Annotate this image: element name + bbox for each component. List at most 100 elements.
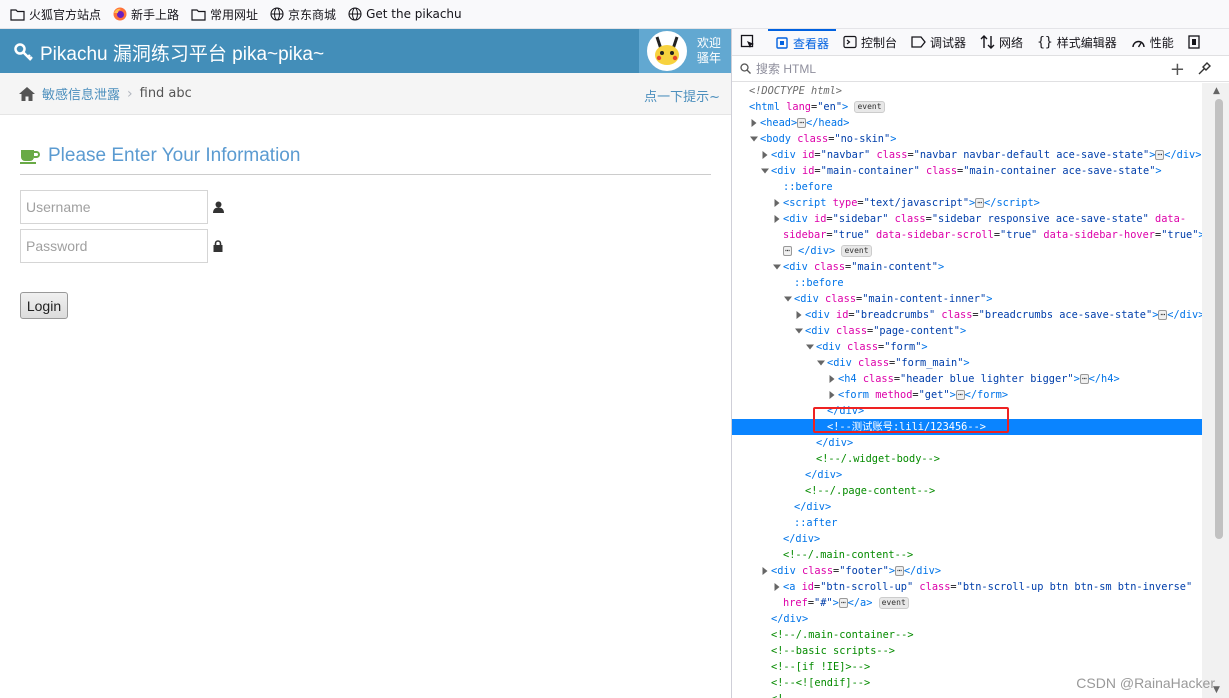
bookmark-jd[interactable]: 京东商城 (270, 6, 336, 23)
markup-line[interactable]: <form method="get"> ⋯ </form> (732, 387, 1202, 403)
markup-line[interactable]: <html lang="en"> event (732, 99, 1202, 115)
tab-overflow[interactable] (1181, 29, 1211, 55)
expanded-twisty-icon[interactable] (773, 263, 781, 271)
markup-line[interactable]: <div id="sidebar" class="sidebar respons… (732, 211, 1202, 227)
markup-line[interactable]: <!--/.main-container--> (732, 627, 1202, 643)
markup-line[interactable]: <div class="footer"> ⋯ </div> (732, 563, 1202, 579)
breadcrumb: 敏感信息泄露 › find abc 点一下提示~ (0, 73, 731, 115)
markup-line[interactable]: <!-- (732, 691, 1202, 698)
home-icon (19, 86, 35, 101)
folder-icon (191, 8, 206, 21)
collapsed-twisty-icon[interactable] (828, 391, 836, 399)
markup-line[interactable]: <!--[if !IE]>--> (732, 659, 1202, 675)
globe-icon (348, 7, 362, 21)
markup-line[interactable]: <script type="text/javascript"> ⋯ </script… (732, 195, 1202, 211)
expanded-twisty-icon[interactable] (817, 359, 825, 367)
user-icon (213, 201, 224, 213)
expanded-twisty-icon[interactable] (784, 295, 792, 303)
inspector-icon (776, 37, 788, 49)
collapsed-twisty-icon[interactable] (761, 151, 769, 159)
tree-scrollbar[interactable]: ▲ ▼ (1202, 83, 1229, 698)
expanded-twisty-icon[interactable] (806, 343, 814, 351)
tab-performance[interactable]: 性能 (1124, 29, 1181, 55)
markup-line[interactable]: <div id="navbar" class="navbar navbar-de… (732, 147, 1202, 163)
markup-line[interactable]: </div> (732, 435, 1202, 451)
bookmark-getting-started[interactable]: 新手上路 (113, 6, 179, 23)
welcome-text: 欢迎 骚年 (697, 36, 722, 65)
collapsed-twisty-icon[interactable] (773, 199, 781, 207)
expanded-twisty-icon[interactable] (750, 135, 758, 143)
markup-line[interactable]: <div class="main-content-inner"> (732, 291, 1202, 307)
collapsed-twisty-icon[interactable] (795, 311, 803, 319)
markup-line[interactable]: <head> ⋯ </head> (732, 115, 1202, 131)
tab-network[interactable]: 网络 (973, 29, 1030, 55)
markup-line[interactable]: ::after (732, 515, 1202, 531)
bookmark-label: 新手上路 (131, 7, 180, 22)
collapsed-twisty-icon[interactable] (773, 215, 781, 223)
markup-line[interactable]: </div> (732, 611, 1202, 627)
password-input[interactable] (20, 229, 208, 263)
bookmark-label: 火狐官方站点 (29, 7, 102, 22)
markup-line[interactable]: <div class="page-content"> (732, 323, 1202, 339)
markup-line[interactable]: <div class="main-content"> (732, 259, 1202, 275)
markup-line[interactable]: ::before (732, 275, 1202, 291)
tab-console[interactable]: 控制台 (836, 29, 904, 55)
user-menu[interactable]: 欢迎 骚年 (639, 29, 731, 73)
markup-line[interactable]: <body class="no-skin"> (732, 131, 1202, 147)
scroll-up-icon[interactable]: ▲ (1213, 86, 1220, 96)
markup-line[interactable]: <!--/.main-content--> (732, 547, 1202, 563)
login-button[interactable]: Login (20, 292, 68, 319)
markup-line[interactable]: </div> (732, 467, 1202, 483)
markup-tree[interactable]: <!DOCTYPE html> <html lang="en"> event <he… (732, 83, 1202, 698)
search-icon (740, 63, 751, 74)
breadcrumb-current: find abc (139, 86, 192, 101)
username-input[interactable] (20, 190, 208, 224)
chevron-right-icon: › (127, 85, 133, 102)
markup-line[interactable]: <div id="breadcrumbs" class="breadcrumbs… (732, 307, 1202, 323)
bookmark-pikachu[interactable]: Get the pikachu (348, 7, 462, 21)
brand-link[interactable]: Pikachu 漏洞练习平台 pika~pika~ (14, 39, 324, 66)
tab-inspector[interactable]: 查看器 (768, 29, 837, 55)
markup-line[interactable]: <!DOCTYPE html> (732, 83, 1202, 99)
search-html-input[interactable] (756, 61, 1136, 76)
scrollbar-thumb[interactable] (1215, 99, 1223, 539)
markup-line[interactable]: ::before (732, 179, 1202, 195)
collapsed-twisty-icon[interactable] (773, 583, 781, 591)
tab-label: 控制台 (861, 35, 898, 50)
tab-style-editor[interactable]: {} 样式编辑器 (1030, 29, 1124, 55)
collapsed-twisty-icon[interactable] (750, 119, 758, 127)
markup-line[interactable]: </div> (732, 499, 1202, 515)
form-title: Please Enter Your Information (48, 144, 301, 166)
markup-line[interactable]: <!--/.page-content--> (732, 483, 1202, 499)
bookmark-common-sites[interactable]: 常用网址 (191, 6, 258, 23)
lock-icon (213, 240, 223, 252)
markup-line[interactable]: <div class="form"> (732, 339, 1202, 355)
markup-line[interactable]: <!--basic scripts--> (732, 643, 1202, 659)
markup-line[interactable]: href="#"> ⋯ </a> event (732, 595, 1202, 611)
tab-label: 网络 (999, 35, 1024, 50)
tab-debugger[interactable]: 调试器 (904, 29, 973, 55)
pikachu-avatar-icon (649, 33, 685, 69)
collapsed-twisty-icon[interactable] (761, 567, 769, 575)
element-picker-button[interactable] (732, 29, 768, 55)
expanded-twisty-icon[interactable] (761, 167, 769, 175)
key-icon (14, 42, 33, 61)
expanded-twisty-icon[interactable] (795, 327, 803, 335)
bookmark-firefox-official[interactable]: 火狐官方站点 (10, 6, 101, 23)
bookmark-label: Get the pikachu (366, 7, 462, 21)
firefox-icon (113, 7, 127, 21)
markup-line[interactable]: sidebar="true" data-sidebar-scroll="true… (732, 227, 1202, 243)
breadcrumb-section-link[interactable]: 敏感信息泄露 (42, 84, 120, 103)
markup-line[interactable]: <h4 class="header blue lighter bigger"> ⋯… (732, 371, 1202, 387)
markup-line[interactable]: ⋯ </div> event (732, 243, 1202, 259)
markup-line[interactable]: </div> (732, 531, 1202, 547)
eyedropper-icon[interactable] (1198, 62, 1211, 75)
devtools-toolbar: 查看器 控制台 调试器 网络 {} 样式编辑器 性能 (732, 29, 1229, 56)
markup-line[interactable]: <a id="btn-scroll-up" class="btn-scroll-… (732, 579, 1202, 595)
markup-line[interactable]: <div id="main-container" class="main-con… (732, 163, 1202, 179)
collapsed-twisty-icon[interactable] (828, 375, 836, 383)
hint-link[interactable]: 点一下提示~ (644, 86, 720, 105)
markup-line[interactable]: <div class="form_main"> (732, 355, 1202, 371)
markup-line[interactable]: <!--/.widget-body--> (732, 451, 1202, 467)
add-node-button[interactable]: + (1170, 59, 1185, 80)
